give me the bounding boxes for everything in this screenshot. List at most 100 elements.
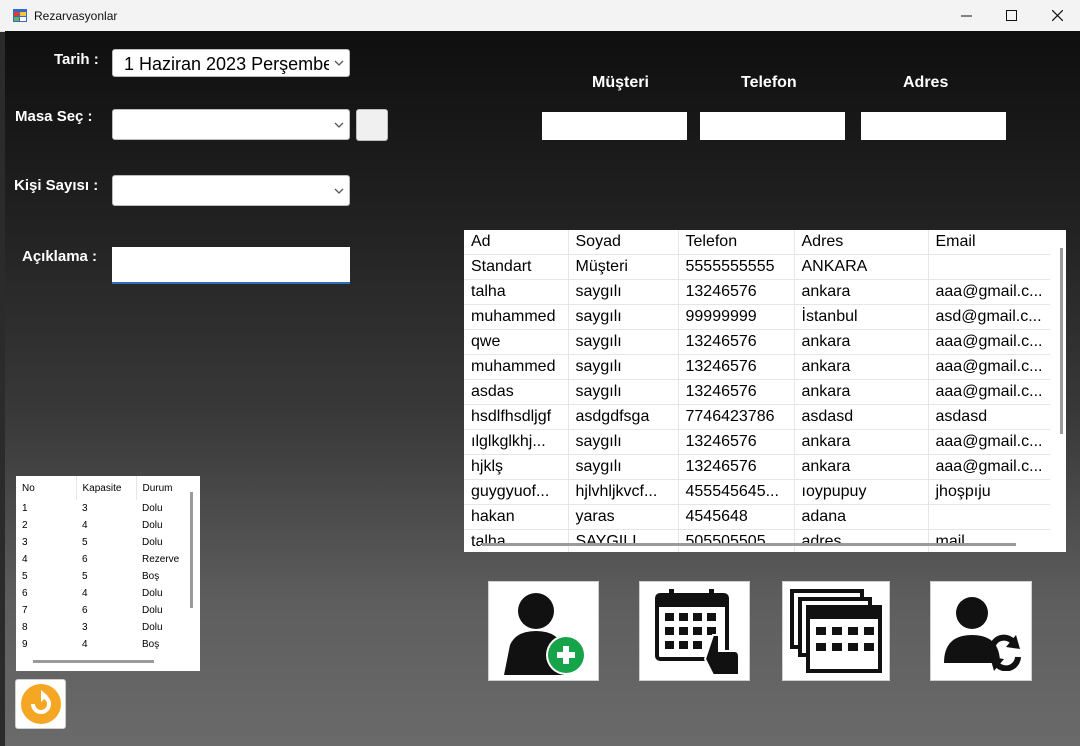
- table-row[interactable]: Standart Müşteri 5555555555 ANKARA: [464, 254, 1050, 280]
- customers-grid[interactable]: Ad Soyad Telefon Adres Email Standart Müşteri…: [464, 230, 1066, 552]
- column-header[interactable]: No: [16, 476, 76, 500]
- table-cell[interactable]: aaa@gmail.c...: [927, 429, 1050, 455]
- table-cell[interactable]: asdasd: [793, 404, 928, 430]
- table-cell[interactable]: adres: [793, 529, 928, 552]
- column-header[interactable]: Durum: [135, 476, 184, 500]
- table-cell[interactable]: [927, 504, 1050, 530]
- table-cell[interactable]: asdgdfsga: [567, 404, 678, 430]
- table-cell[interactable]: 505505505: [677, 529, 794, 552]
- table-row[interactable]: 8 3 Dolu: [16, 619, 184, 636]
- table-cell[interactable]: hjklş: [464, 454, 568, 480]
- table-row[interactable]: hakan yaras 4545648 adana: [464, 504, 1050, 530]
- table-cell[interactable]: 13246576: [677, 454, 794, 480]
- table-cell[interactable]: jhoşpıju: [927, 479, 1050, 505]
- table-cell[interactable]: saygılı: [567, 379, 678, 405]
- horizontal-scrollbar[interactable]: [33, 660, 154, 663]
- column-header[interactable]: Soyad: [567, 230, 678, 255]
- horizontal-scrollbar[interactable]: [482, 543, 1016, 546]
- table-cell[interactable]: saygılı: [567, 354, 678, 380]
- table-cell[interactable]: SAYGILI: [567, 529, 678, 552]
- table-cell[interactable]: Dolu: [136, 585, 184, 602]
- table-cell[interactable]: Dolu: [136, 602, 184, 619]
- table-cell[interactable]: Dolu: [136, 534, 184, 551]
- table-cell[interactable]: Boş: [136, 568, 184, 585]
- table-row[interactable]: guygyuof... hjlvhljkvcf... 455545645... ıoy…: [464, 479, 1050, 505]
- table-row[interactable]: qwe saygılı 13246576 ankara aaa@gmail.c...: [464, 329, 1050, 355]
- table-cell[interactable]: saygılı: [567, 304, 678, 330]
- table-cell[interactable]: saygılı: [567, 429, 678, 455]
- table-cell[interactable]: ankara: [793, 279, 928, 305]
- calendar-button[interactable]: [639, 581, 750, 681]
- column-header[interactable]: Ad: [464, 230, 568, 255]
- column-header[interactable]: Email: [927, 230, 1050, 255]
- table-cell[interactable]: [927, 254, 1050, 280]
- table-cell[interactable]: 13246576: [677, 354, 794, 380]
- table-row[interactable]: 2 4 Dolu: [16, 517, 184, 534]
- maximize-button[interactable]: [988, 0, 1034, 31]
- table-cell[interactable]: 13246576: [677, 279, 794, 305]
- table-row[interactable]: 7 6 Dolu: [16, 602, 184, 619]
- table-row[interactable]: 5 5 Boş: [16, 568, 184, 585]
- table-cell[interactable]: aaa@gmail.c...: [927, 379, 1050, 405]
- table-cell[interactable]: 3: [76, 500, 136, 517]
- table-cell[interactable]: Standart: [464, 254, 568, 280]
- aciklama-input[interactable]: [112, 247, 350, 284]
- table-cell[interactable]: Müşteri: [567, 254, 678, 280]
- update-customer-button[interactable]: [930, 581, 1032, 681]
- table-cell[interactable]: 4: [16, 551, 76, 568]
- table-cell[interactable]: ankara: [793, 454, 928, 480]
- reservations-button[interactable]: [782, 581, 890, 681]
- table-cell[interactable]: hsdlfhsdljgf: [464, 404, 568, 430]
- table-cell[interactable]: 8: [16, 619, 76, 636]
- table-cell[interactable]: 3: [16, 534, 76, 551]
- adres-input[interactable]: [861, 112, 1006, 140]
- table-cell[interactable]: 2: [16, 517, 76, 534]
- table-cell[interactable]: 7746423786: [677, 404, 794, 430]
- table-cell[interactable]: 5: [76, 534, 136, 551]
- table-cell[interactable]: 4545648: [677, 504, 794, 530]
- close-button[interactable]: [1034, 0, 1080, 31]
- table-cell[interactable]: 4: [76, 636, 136, 653]
- table-row[interactable]: 1 3 Dolu: [16, 500, 184, 517]
- table-cell[interactable]: 6: [76, 602, 136, 619]
- table-row[interactable]: talha SAYGILI 505505505 adres mail: [464, 529, 1050, 552]
- table-cell[interactable]: asd@gmail.c...: [927, 304, 1050, 330]
- table-cell[interactable]: adana: [793, 504, 928, 530]
- table-row[interactable]: 4 6 Rezerve: [16, 551, 184, 568]
- table-cell[interactable]: saygılı: [567, 329, 678, 355]
- column-header[interactable]: Telefon: [677, 230, 794, 255]
- table-cell[interactable]: ıoypupuy: [793, 479, 928, 505]
- table-cell[interactable]: Dolu: [136, 500, 184, 517]
- table-cell[interactable]: 7: [16, 602, 76, 619]
- table-cell[interactable]: ANKARA: [793, 254, 928, 280]
- table-row[interactable]: talha saygılı 13246576 ankara aaa@gmail.c...: [464, 279, 1050, 305]
- table-cell[interactable]: ankara: [793, 429, 928, 455]
- table-cell[interactable]: 4: [76, 517, 136, 534]
- back-button[interactable]: [15, 679, 66, 729]
- table-row[interactable]: 9 4 Boş: [16, 636, 184, 653]
- table-cell[interactable]: talha: [464, 279, 568, 305]
- table-cell[interactable]: Dolu: [136, 619, 184, 636]
- table-cell[interactable]: guygyuof...: [464, 479, 568, 505]
- table-cell[interactable]: muhammed: [464, 354, 568, 380]
- table-cell[interactable]: 455545645...: [677, 479, 794, 505]
- date-picker[interactable]: 1 Haziran 2023 Perşembe: [112, 49, 350, 77]
- masa-small-button[interactable]: [356, 109, 388, 141]
- table-cell[interactable]: ankara: [793, 329, 928, 355]
- table-cell[interactable]: 99999999: [677, 304, 794, 330]
- table-row[interactable]: ılglkglkhj... saygılı 13246576 ankara aaa@gm…: [464, 429, 1050, 455]
- column-header[interactable]: Adres: [793, 230, 928, 255]
- table-cell[interactable]: 13246576: [677, 329, 794, 355]
- table-cell[interactable]: Boş: [136, 636, 184, 653]
- table-cell[interactable]: aaa@gmail.c...: [927, 454, 1050, 480]
- table-cell[interactable]: ılglkglkhj...: [464, 429, 568, 455]
- table-row[interactable]: 6 4 Dolu: [16, 585, 184, 602]
- table-cell[interactable]: 9: [16, 636, 76, 653]
- table-cell[interactable]: ankara: [793, 354, 928, 380]
- table-row[interactable]: 3 5 Dolu: [16, 534, 184, 551]
- table-cell[interactable]: 4: [76, 585, 136, 602]
- table-cell[interactable]: aaa@gmail.c...: [927, 279, 1050, 305]
- table-cell[interactable]: 1: [16, 500, 76, 517]
- table-row[interactable]: hsdlfhsdljgf asdgdfsga 7746423786 asdasd asd…: [464, 404, 1050, 430]
- kisi-select[interactable]: [112, 175, 350, 206]
